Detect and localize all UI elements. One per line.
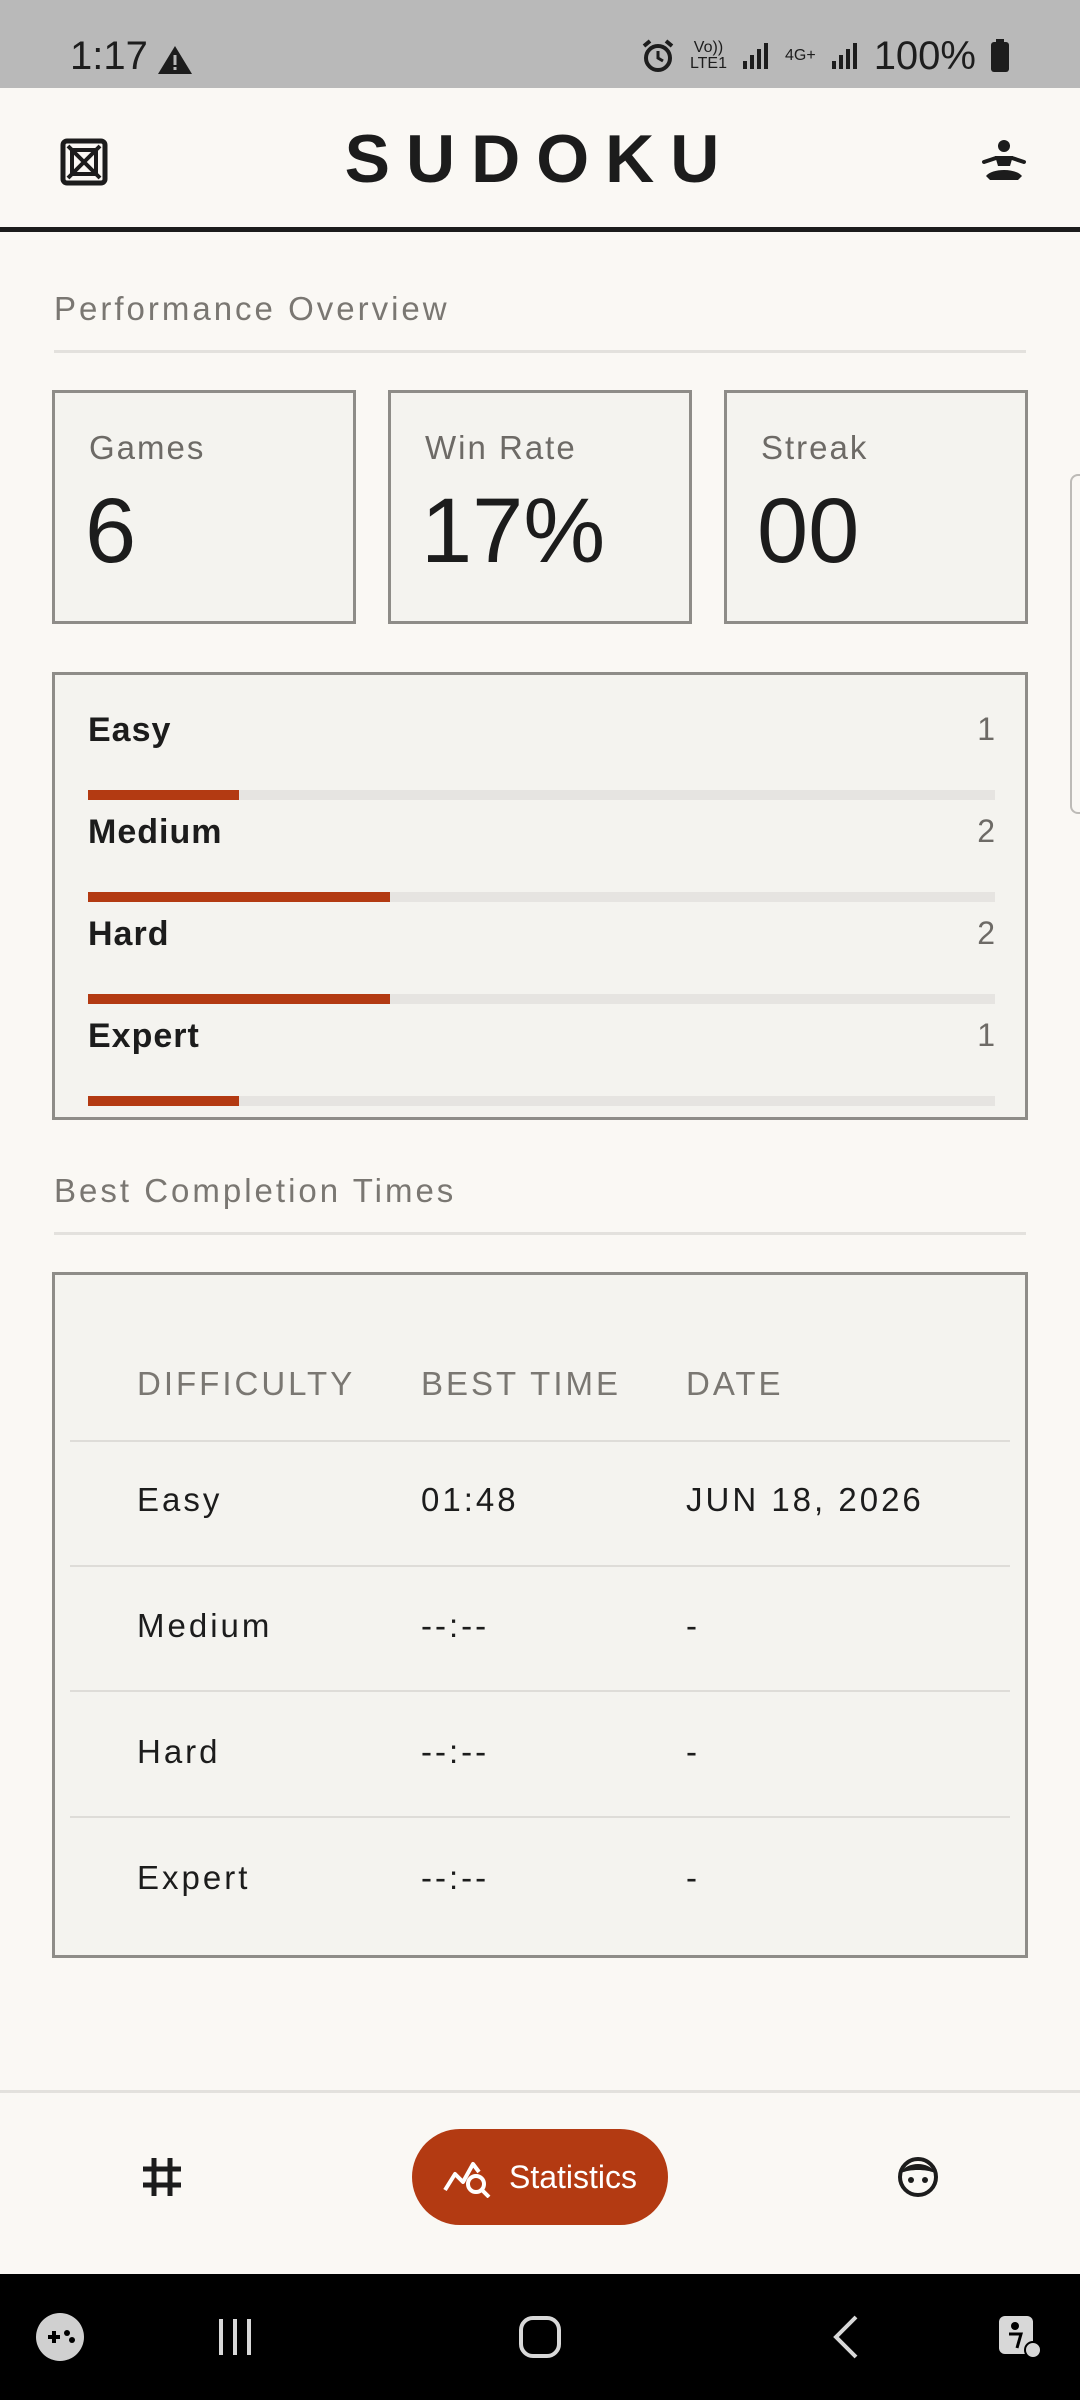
status-time: 1:17 xyxy=(70,34,148,78)
table-cell-time: --:-- xyxy=(421,1859,490,1896)
column-header-difficulty: DIFFICULTY xyxy=(137,1365,356,1402)
meditation-icon[interactable] xyxy=(980,138,1028,186)
table-cell-difficulty: Easy xyxy=(137,1481,223,1518)
nav-statistics-label: Statistics xyxy=(508,2158,638,2195)
back-icon xyxy=(833,2315,858,2359)
progress-fill xyxy=(88,1096,240,1106)
table-cell-difficulty: Medium xyxy=(137,1607,273,1644)
difficulty-name: Easy xyxy=(88,711,172,749)
stat-card-games: Games 6 xyxy=(52,390,356,624)
section-divider xyxy=(54,350,1026,353)
back-button[interactable] xyxy=(810,2274,880,2400)
nav-statistics-button[interactable]: Statistics xyxy=(412,2129,668,2225)
difficulty-count: 2 xyxy=(977,813,995,849)
signal-icon-2 xyxy=(831,43,857,69)
home-icon xyxy=(519,2316,561,2358)
table-cell-time: --:-- xyxy=(421,1607,490,1644)
section-divider xyxy=(54,1232,1026,1235)
stat-value: 00 xyxy=(757,480,860,582)
row-divider xyxy=(70,1440,1010,1442)
gamepad-icon xyxy=(36,2313,84,2361)
table-cell-difficulty: Hard xyxy=(137,1733,221,1770)
difficulty-name: Expert xyxy=(88,1017,200,1055)
nav-play-button[interactable] xyxy=(120,2129,204,2225)
difficulty-count: 2 xyxy=(977,915,995,951)
recents-icon xyxy=(219,2319,251,2355)
app-title: SUDOKU xyxy=(344,121,736,197)
difficulty-row-easy: Easy 1 xyxy=(88,695,995,800)
difficulty-name: Hard xyxy=(88,915,170,953)
warning-icon xyxy=(158,46,192,74)
table-cell-date: - xyxy=(686,1859,700,1896)
network-label: 4G+ xyxy=(785,47,816,64)
bottom-navigation: Statistics xyxy=(0,2090,1080,2274)
status-bar: 1:17 Vo)) LTE1 4G+ 100% xyxy=(0,0,1080,88)
stat-value: 6 xyxy=(85,480,137,582)
section-title-overview: Performance Overview xyxy=(54,290,450,327)
table-cell-date: JUN 18, 2026 xyxy=(686,1481,924,1518)
volte-label: Vo)) LTE1 xyxy=(689,39,727,72)
stat-card-streak: Streak 00 xyxy=(724,390,1028,624)
grid-icon xyxy=(143,2158,181,2196)
accessibility-button[interactable] xyxy=(990,2274,1050,2400)
person-tap-icon xyxy=(999,2316,1042,2359)
stat-label: Streak xyxy=(761,429,869,466)
progress-track xyxy=(88,1096,995,1106)
home-button[interactable] xyxy=(500,2274,580,2400)
table-cell-difficulty: Expert xyxy=(137,1859,251,1896)
table-cell-time: --:-- xyxy=(421,1733,490,1770)
stat-label: Win Rate xyxy=(425,429,577,466)
alarm-icon xyxy=(642,39,674,72)
status-icons: Vo)) LTE1 4G+ 100% xyxy=(640,36,1010,76)
difficulty-row-medium: Medium 2 xyxy=(88,797,995,902)
difficulty-row-hard: Hard 2 xyxy=(88,899,995,1004)
battery-percent: 100% xyxy=(873,34,976,78)
stat-label: Games xyxy=(89,429,206,466)
difficulty-name: Medium xyxy=(88,813,223,851)
column-header-date: DATE xyxy=(686,1365,784,1402)
edge-panel-handle[interactable] xyxy=(1070,474,1080,814)
section-title-best-times: Best Completion Times xyxy=(54,1172,457,1209)
recent-apps-button[interactable] xyxy=(200,2274,270,2400)
row-divider xyxy=(70,1816,1010,1818)
stat-card-win-rate: Win Rate 17% xyxy=(388,390,692,624)
column-header-best-time: BEST TIME xyxy=(421,1365,621,1402)
signal-icon xyxy=(743,43,768,69)
battery-icon xyxy=(991,39,1009,72)
difficulty-breakdown: Easy 1 Medium 2 Hard 2 Expert 1 xyxy=(52,672,1028,1120)
row-divider xyxy=(70,1690,1010,1692)
difficulty-count: 1 xyxy=(977,1017,995,1053)
app-header: SUDOKU xyxy=(0,88,1080,232)
nav-profile-button[interactable] xyxy=(876,2129,960,2225)
table-cell-date: - xyxy=(686,1733,700,1770)
difficulty-row-expert: Expert 1 xyxy=(88,1001,995,1106)
difficulty-count: 1 xyxy=(977,711,995,747)
game-launcher-button[interactable] xyxy=(30,2274,90,2400)
table-cell-date: - xyxy=(686,1607,700,1644)
stat-value: 17% xyxy=(421,480,606,582)
face-icon xyxy=(898,2157,938,2197)
table-cell-time: 01:48 xyxy=(421,1481,519,1518)
chart-search-icon xyxy=(443,2162,491,2198)
row-divider xyxy=(70,1565,1010,1567)
best-times-table: DIFFICULTY BEST TIME DATE Easy 01:48 JUN… xyxy=(52,1272,1028,1958)
system-navigation-bar xyxy=(0,2274,1080,2400)
